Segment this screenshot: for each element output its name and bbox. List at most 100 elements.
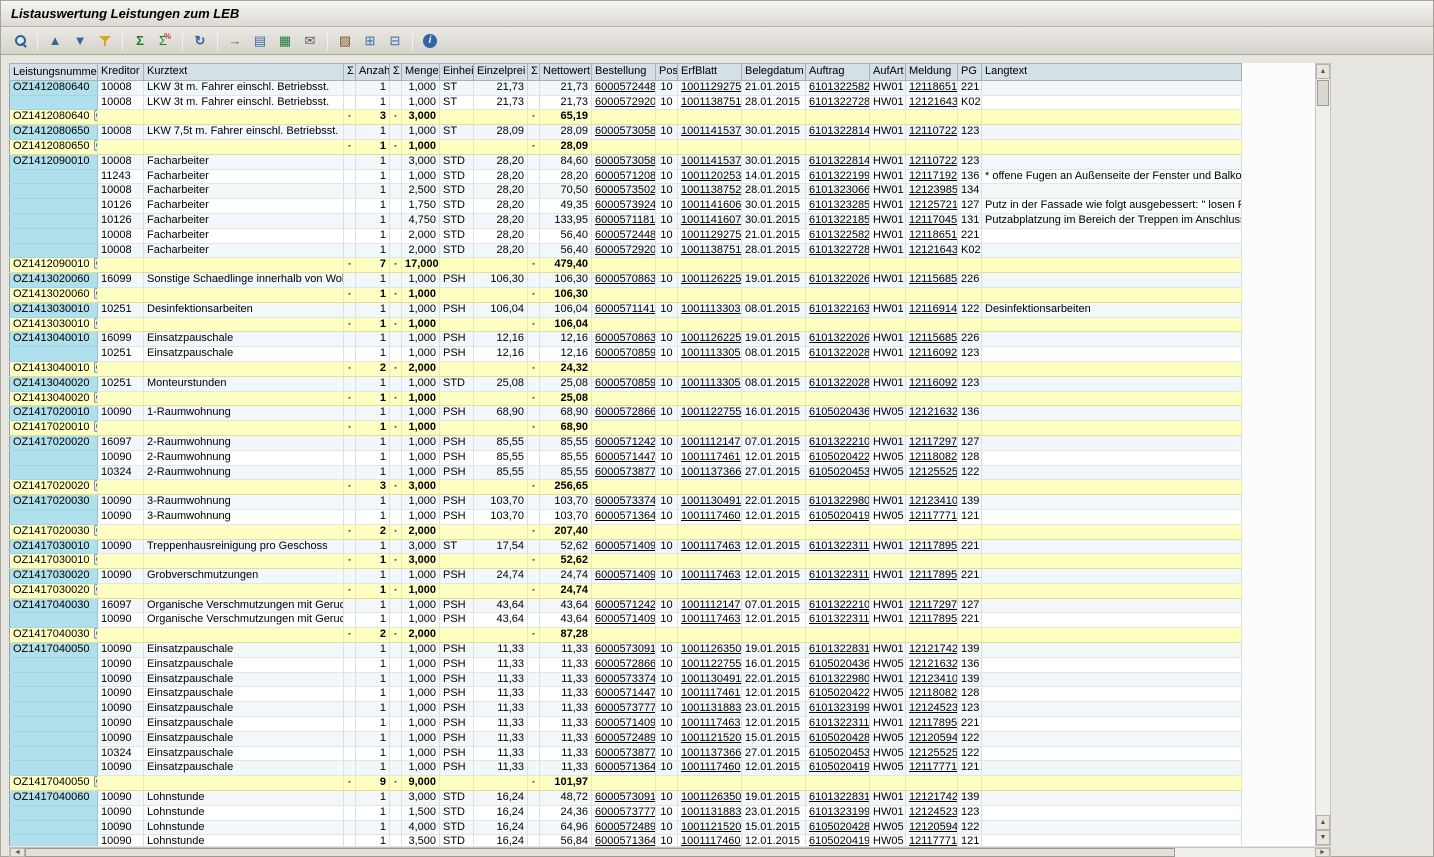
erf-link[interactable]: 1001141606 <box>681 199 741 211</box>
mel-link[interactable]: 12115685 <box>909 332 957 344</box>
be-link[interactable]: 6000571409 <box>595 569 656 581</box>
cell-be[interactable]: 6000571364 <box>592 509 656 524</box>
auf-link[interactable]: 6105020436 <box>809 658 870 670</box>
cell-be[interactable]: 6000572489 <box>592 731 656 746</box>
auf-link[interactable]: 6101322311 <box>809 569 869 581</box>
cell-ln[interactable] <box>10 169 98 184</box>
cell-mel[interactable]: 12110722 <box>906 154 958 169</box>
col-header-me[interactable]: Menge <box>402 64 440 81</box>
cell-auf[interactable]: 6105020422 <box>806 687 870 702</box>
auf-link[interactable]: 6105020422 <box>809 687 870 699</box>
cell-ln[interactable]: OZ1413020060 <box>10 273 98 288</box>
cell-mel[interactable]: 12125525 <box>906 465 958 480</box>
cell-be[interactable]: 6000570863 <box>592 332 656 347</box>
cell-be[interactable]: 6000570859 <box>592 376 656 391</box>
cell-mel[interactable]: 12117297 <box>906 598 958 613</box>
info-icon[interactable]: i <box>418 30 442 52</box>
cell-mel[interactable]: 12124523 <box>906 805 958 820</box>
scroll-left-icon[interactable]: ◄ <box>10 848 25 857</box>
col-header-lt[interactable]: Langtext <box>982 64 1242 81</box>
cell-erf[interactable]: 1001117460 <box>678 509 742 524</box>
auf-link[interactable]: 6101322728 <box>809 96 870 108</box>
be-link[interactable]: 6000572866 <box>595 406 656 418</box>
cell-auf[interactable]: 6101323199 <box>806 702 870 717</box>
cell-auf[interactable]: 6101322311 <box>806 613 870 628</box>
cell-auf[interactable]: 6105020428 <box>806 731 870 746</box>
col-header-nw[interactable]: Nettowert <box>540 64 592 81</box>
cell-ln[interactable] <box>10 820 98 835</box>
auf-link[interactable]: 6105020419 <box>809 761 870 773</box>
be-link[interactable]: 6000571242 <box>595 436 656 448</box>
auf-link[interactable]: 6105020428 <box>809 732 870 744</box>
cell-auf[interactable]: 6101323285 <box>806 199 870 214</box>
be-link[interactable]: 6000570863 <box>595 273 656 285</box>
be-link[interactable]: 6000571364 <box>595 761 656 773</box>
auf-link[interactable]: 6101322311 <box>809 717 869 729</box>
cell-auf[interactable]: 6101322814 <box>806 125 870 140</box>
mel-link[interactable]: 12118082 <box>909 451 957 463</box>
be-link[interactable]: 6000573058 <box>595 155 656 167</box>
erf-link[interactable]: 1001121520 <box>681 732 741 744</box>
cell-auf[interactable]: 6101322980 <box>806 495 870 510</box>
cell-be[interactable]: 6000571242 <box>592 598 656 613</box>
cell-auf[interactable]: 6101322831 <box>806 791 870 806</box>
cell-erf[interactable]: 1001117463 <box>678 613 742 628</box>
cell-auf[interactable]: 6101323066 <box>806 184 870 199</box>
col-header-bd[interactable]: Belegdatum <box>742 64 806 81</box>
cell-be[interactable]: 6000573058 <box>592 125 656 140</box>
cell-mel[interactable]: 12117297 <box>906 435 958 450</box>
cell-erf[interactable]: 1001126225 <box>678 332 742 347</box>
be-link[interactable]: 6000573502 <box>595 184 656 196</box>
cell-ln[interactable]: OZ1417020030 <box>10 495 98 510</box>
cell-ln[interactable] <box>10 702 98 717</box>
vertical-scroll-track[interactable] <box>1316 107 1330 815</box>
cell-auf[interactable]: 6105020428 <box>806 820 870 835</box>
mel-link[interactable]: 12118651 <box>909 229 957 241</box>
erf-link[interactable]: 1001130491 <box>681 495 741 507</box>
cell-ln[interactable]: OZ1413040020 <box>10 376 98 391</box>
be-link[interactable]: 6000572489 <box>595 732 656 744</box>
auf-link[interactable]: 6101322311 <box>809 613 869 625</box>
mel-link[interactable]: 12123410 <box>909 673 958 685</box>
cell-ln[interactable] <box>10 243 98 258</box>
vertical-scrollbar[interactable]: ▲ ▲ ▼ <box>1315 63 1331 846</box>
erf-link[interactable]: 1001141537 <box>681 125 741 137</box>
mel-link[interactable]: 12123985 <box>909 184 958 196</box>
word-processing-icon[interactable]: ▤ <box>248 30 272 52</box>
cell-ln[interactable] <box>10 184 98 199</box>
cell-erf[interactable]: 1001112147 <box>678 598 742 613</box>
cell-mel[interactable]: 12117895 <box>906 613 958 628</box>
auf-link[interactable]: 6101322814 <box>809 125 870 137</box>
erf-link[interactable]: 1001131883 <box>681 806 741 818</box>
horizontal-scroll-track[interactable] <box>1175 848 1315 857</box>
erf-link[interactable]: 1001113305 <box>681 377 741 389</box>
erf-link[interactable]: 1001117461 <box>681 687 741 699</box>
cell-be[interactable]: 6000571364 <box>592 761 656 776</box>
be-link[interactable]: 6000573924 <box>595 199 656 211</box>
cell-be[interactable]: 6000573374 <box>592 672 656 687</box>
cell-mel[interactable]: 12116092 <box>906 347 958 362</box>
auf-link[interactable]: 6101323199 <box>809 702 870 714</box>
auf-link[interactable]: 6101322026 <box>809 332 870 344</box>
col-header-kt[interactable]: Kurztext <box>144 64 344 81</box>
mel-link[interactable]: 12117895 <box>909 569 957 581</box>
be-link[interactable]: 6000573877 <box>595 747 656 759</box>
auf-link[interactable]: 6101322831 <box>809 643 870 655</box>
cell-erf[interactable]: 1001130491 <box>678 672 742 687</box>
auf-link[interactable]: 6101323285 <box>809 199 870 211</box>
cell-be[interactable]: 6000571409 <box>592 539 656 554</box>
cell-erf[interactable]: 1001117461 <box>678 450 742 465</box>
mel-link[interactable]: 12120594 <box>909 821 958 833</box>
cell-mel[interactable]: 12117771 <box>906 761 958 776</box>
be-link[interactable]: 6000573777 <box>595 806 656 818</box>
cell-ln[interactable] <box>10 657 98 672</box>
auf-link[interactable]: 6101322163 <box>809 303 870 315</box>
be-link[interactable]: 6000573374 <box>595 495 656 507</box>
erf-link[interactable]: 1001138751 <box>681 96 741 108</box>
col-header-pg[interactable]: PG <box>958 64 982 81</box>
cell-auf[interactable]: 6101322028 <box>806 347 870 362</box>
cell-auf[interactable]: 6101322028 <box>806 376 870 391</box>
cell-mel[interactable]: 12118651 <box>906 228 958 243</box>
auf-link[interactable]: 6101322028 <box>809 377 870 389</box>
cell-ln[interactable] <box>10 731 98 746</box>
